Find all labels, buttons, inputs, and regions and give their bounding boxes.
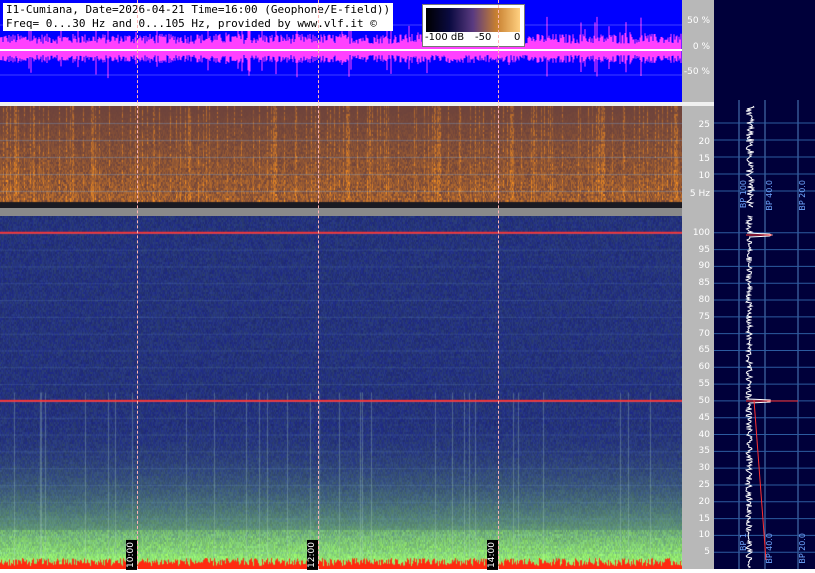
time-label-2: 12:00 [307, 540, 318, 570]
high-tick: 80 [698, 295, 710, 306]
bp-label: BP 40.0 [765, 180, 774, 211]
high-tick: 95 [698, 244, 710, 255]
time-marker-line [137, 0, 138, 569]
spectrogram-high-axis: 100 95 90 85 80 75 70 65 60 55 50 45 40 35 30 25 20 15 10 5 [682, 216, 714, 569]
chart-title: I1-Cumiana, Date=2026-04-21 Time=16:00 (… [3, 3, 394, 31]
low-tick: 15 [698, 154, 710, 164]
time-marker-line [318, 0, 319, 569]
high-tick: 5 [704, 547, 710, 558]
high-tick: 100 [692, 227, 710, 238]
wave-tick-0: 0 % [692, 42, 710, 52]
low-tick: 25 [698, 120, 710, 130]
colorbar-label-min: -100 dB [425, 32, 465, 43]
colorbar-gradient [426, 8, 520, 32]
high-tick: 20 [698, 496, 710, 507]
side-spectrum-plot [714, 100, 815, 569]
high-tick: 25 [698, 479, 710, 490]
title-line-2: Freq= 0...30 Hz and 0...105 Hz, provided… [6, 17, 377, 30]
high-tick: 65 [698, 345, 710, 356]
spectrogram-high [0, 216, 682, 569]
high-tick: 10 [698, 530, 710, 541]
bp-label: BP 100 [739, 180, 748, 209]
wave-tick-minus50: -50 % [683, 67, 710, 77]
bp-label: BP 1 [739, 533, 748, 551]
low-tick: 5 Hz [689, 189, 710, 199]
waveform-axis: 50 % 0 % -50 % [682, 0, 714, 102]
wave-tick-50: 50 % [687, 16, 710, 26]
spectrogram-low-axis: 25 20 15 10 5 Hz [682, 106, 714, 216]
low-tick: 20 [698, 137, 710, 147]
high-tick: 85 [698, 278, 710, 289]
low-tick: 10 [698, 171, 710, 181]
spectrogram-low-canvas [0, 106, 682, 208]
high-tick: 45 [698, 412, 710, 423]
high-tick: 15 [698, 513, 710, 524]
title-line-1: I1-Cumiana, Date=2026-04-21 Time=16:00 (… [6, 3, 391, 16]
spectrogram-high-canvas [0, 216, 682, 569]
high-tick: 90 [698, 261, 710, 272]
side-spectrum-panel: BP 100 BP 40.0 BP 20.0 BP 1 BP 40.0 BP 2… [714, 0, 815, 569]
time-label-1: 10:00 [126, 540, 137, 570]
colorbar-label-mid: -50 [475, 32, 492, 43]
bp-label: BP 20.0 [798, 180, 807, 211]
colorbar-legend: -100 dB -50 0 [422, 4, 525, 47]
high-tick: 60 [698, 362, 710, 373]
high-tick: 55 [698, 379, 710, 390]
high-tick: 70 [698, 328, 710, 339]
time-label-3: 14:00 [487, 540, 498, 570]
high-tick: 50 [698, 395, 710, 406]
separator [0, 208, 682, 216]
bp-label: BP 40.0 [765, 533, 774, 564]
high-tick: 30 [698, 463, 710, 474]
high-tick: 40 [698, 429, 710, 440]
side-spectrum-trace [744, 215, 774, 569]
time-marker-line [498, 0, 499, 569]
colorbar-label-max: 0 [514, 32, 521, 43]
high-tick: 35 [698, 446, 710, 457]
spectrogram-low [0, 106, 682, 208]
high-tick: 75 [698, 311, 710, 322]
bp-label: BP 20.0 [798, 533, 807, 564]
